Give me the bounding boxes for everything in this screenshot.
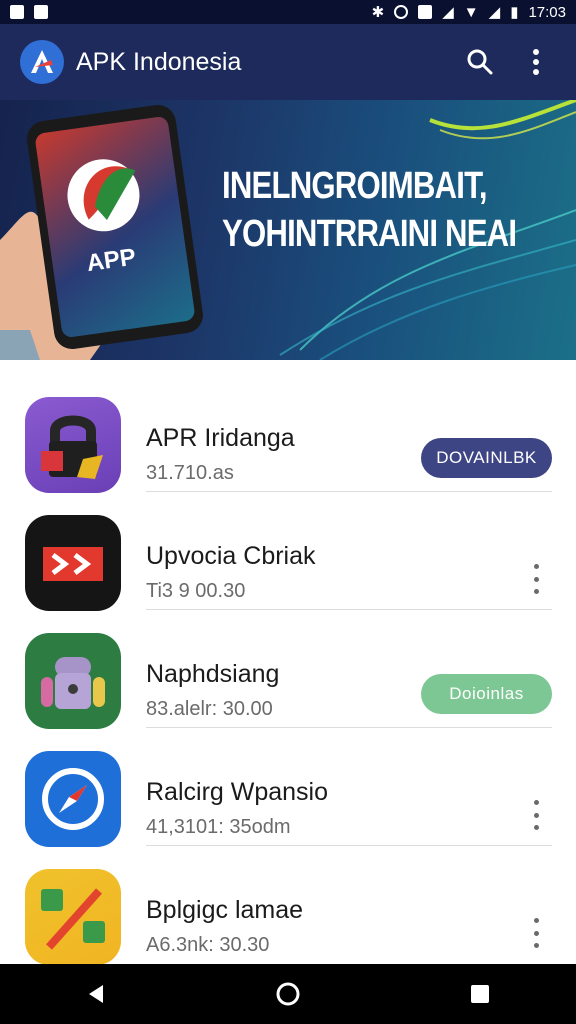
app-name: Upvocia Cbriak [146, 542, 316, 570]
banner-line-1: INELNGROIMBAIT, [222, 165, 488, 207]
home-icon [276, 982, 300, 1006]
more-options-button[interactable] [526, 800, 546, 830]
status-time: 17:03 [528, 3, 566, 21]
download-notification-icon [34, 5, 48, 19]
app-meta: A6.3nk: 30.30 [146, 934, 270, 956]
download-button[interactable]: DOVAINLBK [421, 438, 552, 478]
app-meta: 83.alelr: 30.00 [146, 698, 273, 720]
app-meta: 31.710.as [146, 462, 234, 484]
system-nav-bar [0, 964, 576, 1024]
more-vertical-icon [533, 49, 539, 75]
image-notification-icon [10, 5, 24, 19]
search-icon [467, 49, 493, 75]
media-app-icon [25, 515, 121, 611]
more-options-button[interactable] [526, 564, 546, 594]
apk-logo-icon [20, 40, 64, 84]
calculator-app-icon [25, 869, 121, 965]
signal-icon-2: ◢ [488, 4, 501, 21]
lock-app-icon [25, 397, 121, 493]
vibrate-icon [418, 5, 433, 19]
promo-banner[interactable]: APP INELNGROIMBAIT, YOHINTRRAINI NEAI [0, 100, 576, 360]
banner-headline: INELNGROIMBAIT, YOHINTRRAINI NEAI [222, 162, 517, 258]
download-button[interactable]: Doioinlas [421, 674, 552, 714]
alarm-icon [394, 5, 409, 19]
compass-app-icon [25, 751, 121, 847]
list-item[interactable]: APR Iridanga 31.710.as DOVAINLBK [0, 374, 576, 493]
recents-button[interactable] [450, 964, 510, 1024]
list-item[interactable]: Bplgigc lamae A6.3nk: 30.30 [0, 846, 576, 965]
app-name: Naphdsiang [146, 660, 280, 688]
phone-illustration: APP [24, 102, 206, 352]
app-name: Ralcirg Wpansio [146, 778, 329, 806]
list-item[interactable]: Upvocia Cbriak Ti3 9 00.30 [0, 492, 576, 611]
bluetooth-icon: ✱ [371, 4, 385, 21]
app-title: APK Indonesia [76, 47, 242, 76]
app-bar: APK Indonesia [0, 24, 576, 100]
recents-icon [471, 985, 489, 1003]
list-item[interactable]: Naphdsiang 83.alelr: 30.00 Doioinlas [0, 610, 576, 729]
android-app-icon [25, 633, 121, 729]
overflow-menu-button[interactable] [516, 42, 556, 82]
search-button[interactable] [460, 42, 500, 82]
more-options-button[interactable] [526, 918, 546, 948]
back-icon [89, 985, 103, 1003]
list-item[interactable]: Ralcirg Wpansio 41,3101: 35odm [0, 728, 576, 847]
app-name: APR Iridanga [146, 424, 295, 452]
wifi-icon: ▼ [463, 3, 479, 21]
signal-icon: ◢ [442, 4, 454, 21]
banner-line-2: YOHINTRRAINI NEAI [222, 213, 517, 255]
app-meta: 41,3101: 35odm [146, 816, 291, 838]
app-list: APR Iridanga 31.710.as DOVAINLBK Upvocia… [0, 360, 576, 965]
home-button[interactable] [258, 964, 318, 1024]
app-meta: Ti3 9 00.30 [146, 580, 246, 602]
app-name: Bplgigc lamae [146, 896, 304, 924]
battery-icon: ▮ [510, 4, 519, 21]
status-bar: ✱ ◢ ▼ ◢ ▮ 17:03 [0, 0, 576, 24]
back-button[interactable] [66, 964, 126, 1024]
